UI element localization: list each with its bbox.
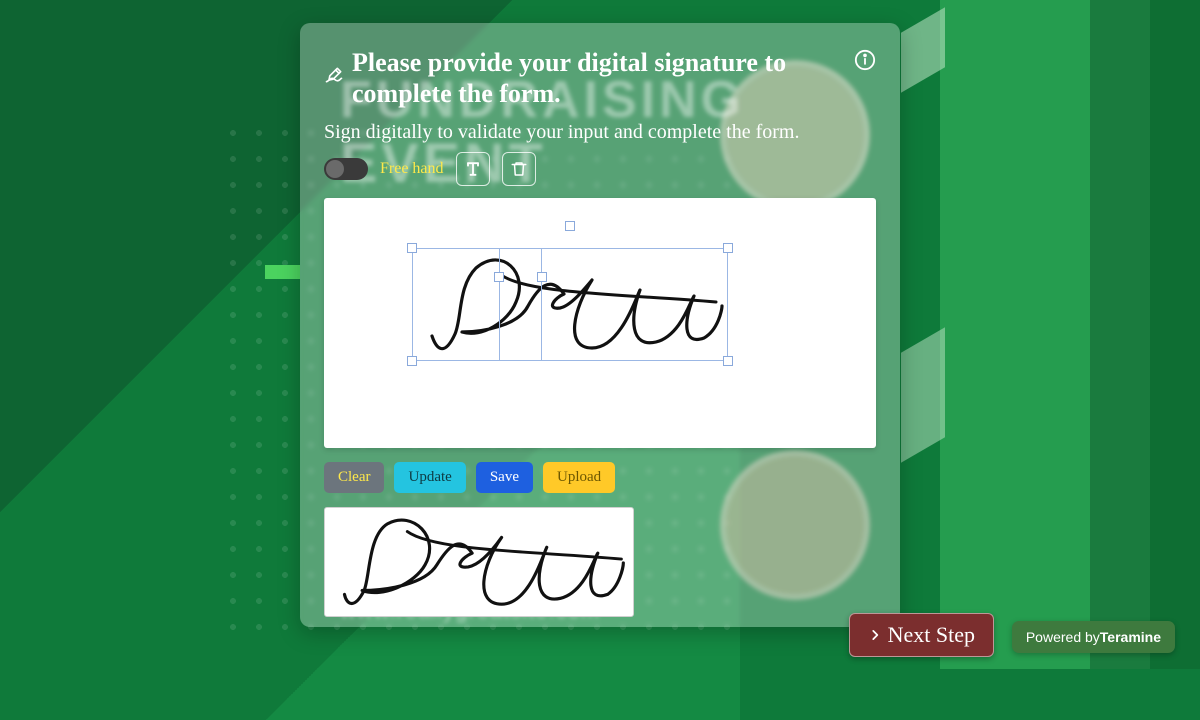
object-bounding-box[interactable] bbox=[499, 248, 542, 361]
signature-preview bbox=[324, 507, 634, 617]
object-handle[interactable] bbox=[494, 272, 504, 282]
info-icon[interactable] bbox=[854, 49, 876, 71]
selection-handle[interactable] bbox=[407, 356, 417, 366]
powered-by-prefix: Powered by bbox=[1026, 629, 1100, 645]
save-button[interactable]: Save bbox=[476, 462, 533, 493]
freehand-label: Free hand bbox=[380, 160, 444, 178]
powered-by-brand: Teramine bbox=[1100, 629, 1161, 645]
object-handle[interactable] bbox=[537, 272, 547, 282]
selection-handle[interactable] bbox=[723, 243, 733, 253]
powered-by-badge[interactable]: Powered byTeramine bbox=[1012, 621, 1175, 653]
draw-icon bbox=[324, 65, 344, 85]
selection-bounding-box[interactable] bbox=[412, 248, 728, 361]
signature-preview-stroke bbox=[325, 508, 633, 616]
modal-title: Please provide your digital signature to… bbox=[352, 47, 838, 109]
selection-handle[interactable] bbox=[565, 221, 575, 231]
selection-handle[interactable] bbox=[723, 356, 733, 366]
next-step-label: Next Step bbox=[888, 622, 975, 648]
freehand-toggle[interactable] bbox=[324, 158, 368, 180]
upload-button[interactable]: Upload bbox=[543, 462, 615, 493]
selection-handle[interactable] bbox=[407, 243, 417, 253]
progress-marker bbox=[265, 265, 300, 279]
signature-action-buttons: Clear Update Save Upload bbox=[324, 462, 876, 493]
clear-button[interactable]: Clear bbox=[324, 462, 384, 493]
chevron-right-icon bbox=[868, 628, 882, 642]
text-tool-button[interactable] bbox=[456, 152, 490, 186]
signature-modal: Please provide your digital signature to… bbox=[300, 23, 900, 627]
modal-subtitle: Sign digitally to validate your input an… bbox=[324, 121, 876, 144]
signature-canvas[interactable] bbox=[324, 198, 876, 448]
update-button[interactable]: Update bbox=[394, 462, 465, 493]
trash-button[interactable] bbox=[502, 152, 536, 186]
signature-toolbar: Free hand bbox=[324, 152, 876, 186]
next-step-button[interactable]: Next Step bbox=[849, 613, 994, 657]
